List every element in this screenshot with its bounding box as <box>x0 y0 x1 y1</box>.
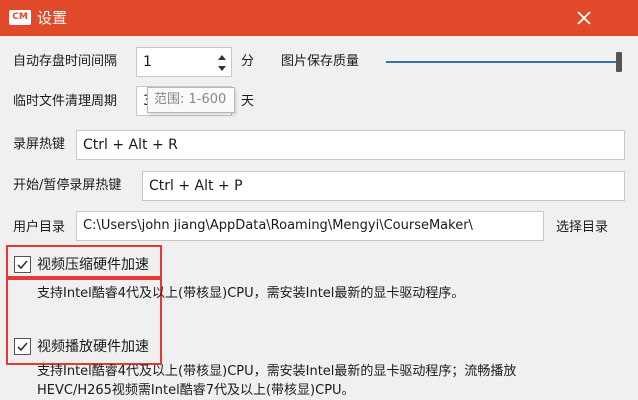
video-play-hw-desc-line2: HEVC/H265视频需Intel酷睿7代及以上(带核显)CPU。 <box>37 383 355 398</box>
video-play-hw-checkbox[interactable] <box>14 338 31 355</box>
user-dir-input[interactable]: C:\Users\john jiang\AppData\Roaming\Meng… <box>76 211 544 241</box>
autosave-value: 1 <box>143 54 152 70</box>
image-quality-slider-track[interactable] <box>386 61 622 63</box>
autosave-spinbox[interactable]: 1 <box>136 47 232 77</box>
user-dir-label: 用户目录 <box>13 220 66 235</box>
pause-hotkey-label: 开始/暂停录屏热键 <box>13 178 122 193</box>
checkmark-icon <box>17 260 28 270</box>
record-hotkey-label: 录屏热键 <box>13 137 66 152</box>
autosave-label: 自动存盘时间间隔 <box>13 54 118 69</box>
spin-arrows-icon[interactable] <box>217 52 227 74</box>
browse-dir-button[interactable]: 选择目录 <box>556 219 608 237</box>
checkmark-icon <box>17 342 28 352</box>
image-quality-label: 图片保存质量 <box>281 54 360 69</box>
record-hotkey-input[interactable]: Ctrl + Alt + R <box>76 130 625 160</box>
cleanup-label: 临时文件清理周期 <box>13 94 118 109</box>
video-play-hw-label: 视频播放硬件加速 <box>37 339 149 355</box>
app-logo: CM <box>9 10 31 25</box>
range-tooltip: 范围: 1-600 <box>147 87 235 113</box>
image-quality-slider-thumb[interactable] <box>616 52 622 72</box>
video-play-hw-desc-line1: 支持Intel酷睿4代及以上(带核显)CPU，需安装Intel最新的显卡驱动程序… <box>37 364 517 379</box>
title-bar: CM 设置 <box>0 0 638 36</box>
autosave-unit: 分 <box>241 54 255 69</box>
pause-hotkey-input[interactable]: Ctrl + Alt + P <box>142 171 625 201</box>
window-title: 设置 <box>37 9 68 27</box>
cleanup-unit: 天 <box>241 94 255 109</box>
video-compress-hw-label: 视频压缩硬件加速 <box>37 257 149 273</box>
close-button[interactable] <box>570 4 598 32</box>
video-compress-hw-desc: 支持Intel酷睿4代及以上(带核显)CPU，需安装Intel最新的显卡驱动程序… <box>37 286 465 301</box>
close-icon <box>577 11 591 25</box>
video-compress-hw-checkbox[interactable] <box>14 256 31 273</box>
